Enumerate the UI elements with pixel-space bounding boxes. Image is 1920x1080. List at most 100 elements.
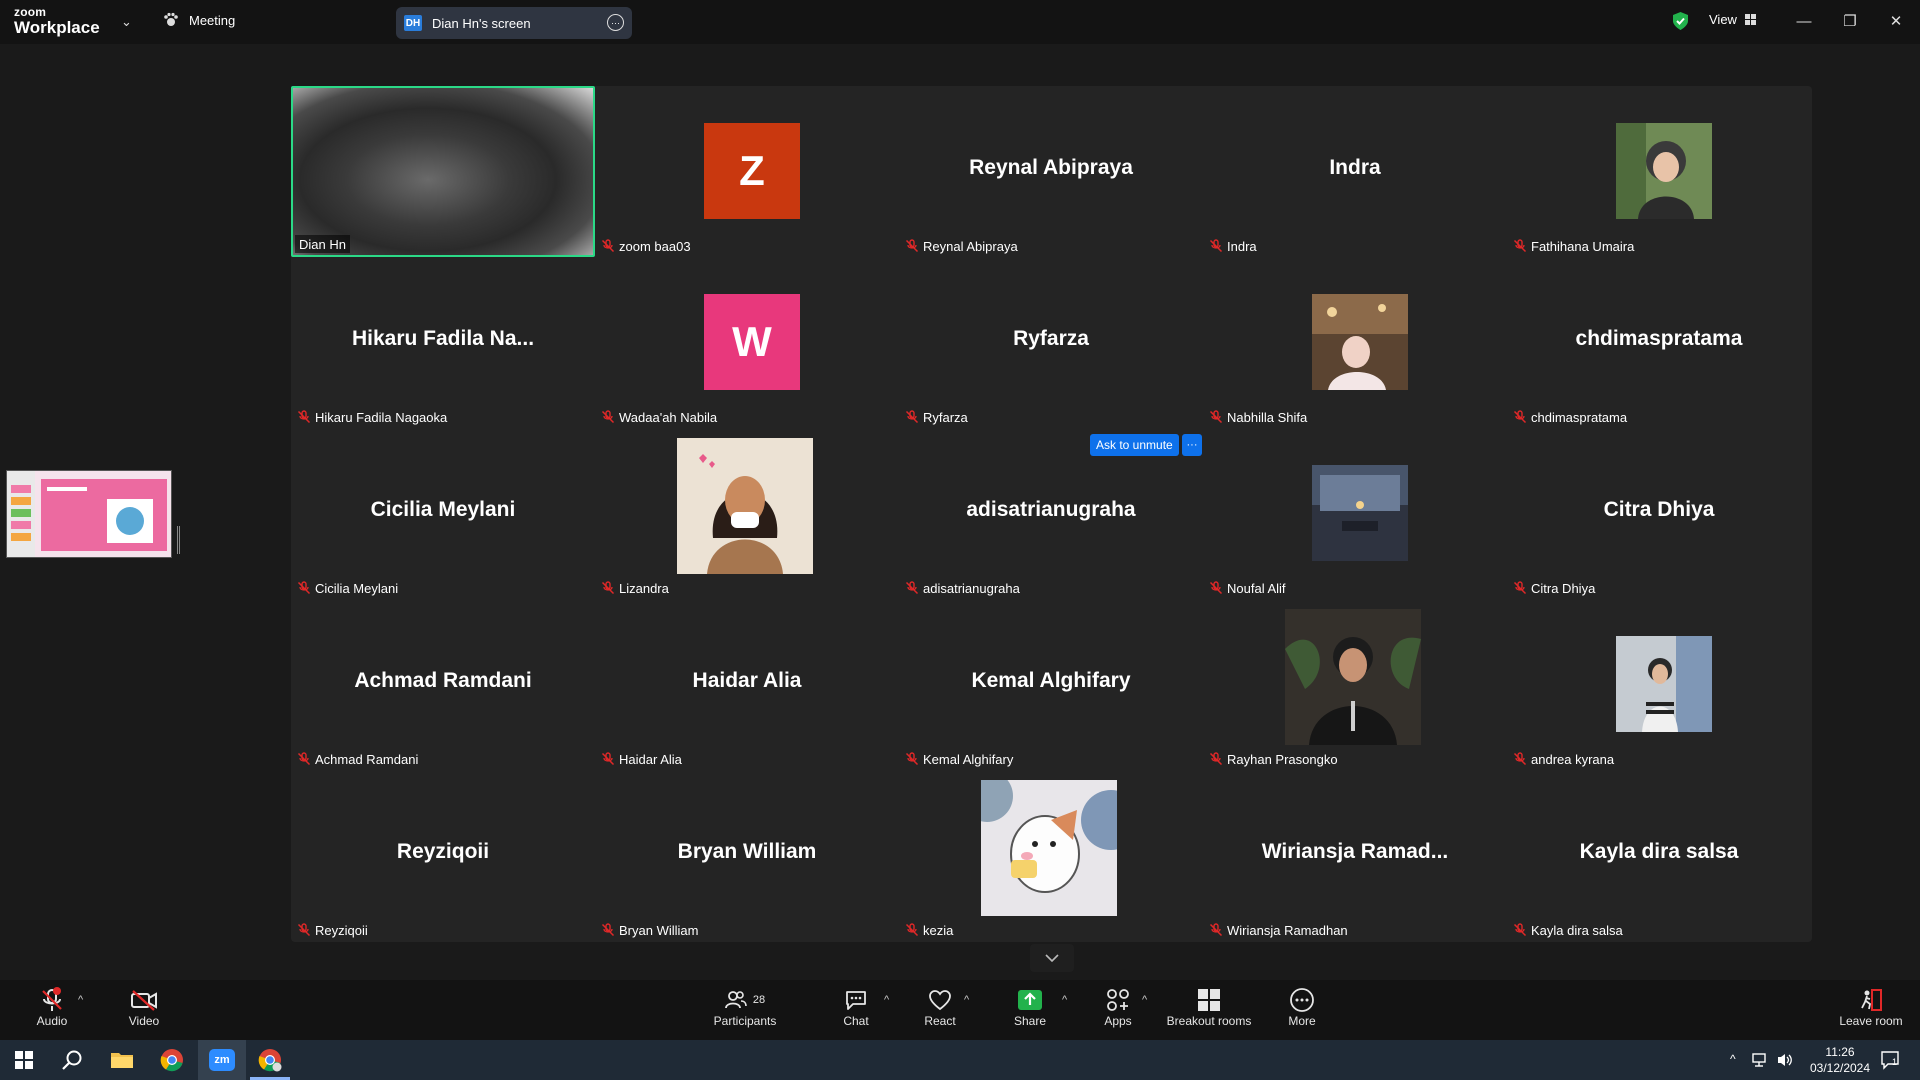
participant-tile[interactable]: Ryfarza Ryfarza xyxy=(899,257,1203,428)
participant-tile[interactable]: Hikaru Fadila Na... Hikaru Fadila Nagaoka xyxy=(291,257,595,428)
chrome-profile-icon[interactable] xyxy=(246,1040,294,1080)
react-button[interactable]: React xyxy=(920,986,960,1036)
muted-mic-icon xyxy=(297,410,315,424)
chat-button[interactable]: Chat xyxy=(836,986,876,1036)
participant-tile[interactable]: Nabhilla Shifa xyxy=(1203,257,1507,428)
participant-display-name: Citra Dhiya xyxy=(1603,498,1715,521)
participant-tile[interactable]: Citra Dhiya Citra Dhiya xyxy=(1507,428,1811,599)
restore-icon[interactable]: ❐ xyxy=(1838,9,1862,33)
participant-display-name: Kemal Alghifary xyxy=(971,669,1131,692)
more-button[interactable]: More xyxy=(1284,986,1320,1036)
participant-tile[interactable]: Lizandra xyxy=(595,428,899,599)
chrome-icon[interactable] xyxy=(148,1040,196,1080)
meeting-menu[interactable]: Meeting xyxy=(163,12,235,28)
video-button[interactable]: Video xyxy=(122,986,166,1036)
participant-name-label: andrea kyrana xyxy=(1513,750,1614,768)
participant-name: Indra xyxy=(1227,238,1257,254)
minimize-icon[interactable]: — xyxy=(1792,9,1816,33)
apps-options-caret-icon[interactable]: ^ xyxy=(1142,994,1147,1006)
chevron-down-icon[interactable]: ⌄ xyxy=(121,14,132,30)
participant-name: Wadaa'ah Nabila xyxy=(619,409,718,425)
muted-mic-icon xyxy=(1513,410,1531,424)
muted-mic-icon xyxy=(905,581,923,595)
audio-button[interactable]: Audio xyxy=(30,986,74,1036)
volume-icon[interactable] xyxy=(1776,1052,1794,1068)
ask-to-unmute-more-button[interactable]: ··· xyxy=(1182,434,1202,456)
screen-share-tab[interactable]: DH Dian Hn's screen ··· xyxy=(396,7,632,39)
participant-tile[interactable]: andrea kyrana xyxy=(1507,599,1811,770)
participant-tile[interactable]: kezia xyxy=(899,770,1203,941)
audio-options-caret-icon[interactable]: ^ xyxy=(78,994,83,1006)
participants-icon xyxy=(724,991,747,1009)
muted-mic-icon xyxy=(601,410,619,424)
muted-mic-icon xyxy=(601,752,619,766)
participant-name-label: Haidar Alia xyxy=(601,750,682,768)
apps-label: Apps xyxy=(1104,1014,1132,1028)
network-icon[interactable] xyxy=(1752,1053,1770,1067)
react-options-caret-icon[interactable]: ^ xyxy=(964,994,969,1006)
more-options-icon[interactable]: ··· xyxy=(607,14,624,31)
participant-tile[interactable]: Reynal Abipraya Reynal Abipraya xyxy=(899,86,1203,257)
search-icon[interactable] xyxy=(48,1040,96,1080)
participant-profile-photo xyxy=(981,780,1117,916)
participant-tile[interactable]: Rayhan Prasongko xyxy=(1203,599,1507,770)
participant-tile[interactable]: W Wadaa'ah Nabila xyxy=(595,257,899,428)
participant-tile[interactable]: Wiriansja Ramad... Wiriansja Ramadhan xyxy=(1203,770,1507,941)
participant-name-label: Achmad Ramdani xyxy=(297,750,418,768)
participant-tile[interactable]: Bryan William Bryan William xyxy=(595,770,899,941)
ask-to-unmute-button[interactable]: Ask to unmute xyxy=(1090,434,1179,456)
participant-tile[interactable]: Kayla dira salsa Kayla dira salsa xyxy=(1507,770,1811,941)
chrome-profile-glyph xyxy=(258,1049,282,1072)
participant-tile[interactable]: chdimaspratama chdimaspratama xyxy=(1507,257,1811,428)
view-button[interactable]: View xyxy=(1709,12,1756,27)
participant-gallery: Dian Hn Zzoom baa03 Reynal Abipraya Reynal … xyxy=(291,86,1812,942)
view-label: View xyxy=(1709,12,1737,27)
muted-mic-icon xyxy=(1513,752,1531,766)
participant-tile[interactable]: Indra Indra xyxy=(1203,86,1507,257)
shared-screen-thumbnail[interactable] xyxy=(6,470,172,558)
thumbnail-resize-handle[interactable] xyxy=(177,526,180,554)
participant-tile[interactable]: Zzoom baa03 xyxy=(595,86,899,257)
leave-room-button[interactable]: Leave room xyxy=(1838,986,1904,1036)
grid-view-icon xyxy=(1744,14,1756,25)
show-hidden-icons-icon[interactable]: ^ xyxy=(1730,1052,1736,1066)
clock[interactable]: 11:26 03/12/2024 xyxy=(1808,1044,1872,1076)
windows-start-icon[interactable] xyxy=(0,1040,48,1080)
participant-tile[interactable]: Fathihana Umaira xyxy=(1507,86,1811,257)
chevron-down-icon xyxy=(1045,954,1059,962)
participant-display-name: Reyziqoii xyxy=(396,840,490,863)
participant-tile[interactable]: Achmad Ramdani Achmad Ramdani xyxy=(291,599,595,770)
participant-name-label: Ryfarza xyxy=(905,408,968,426)
participant-name-label: Nabhilla Shifa xyxy=(1209,408,1307,426)
notifications-icon[interactable]: 1 xyxy=(1880,1050,1900,1070)
participant-name: andrea kyrana xyxy=(1531,751,1615,767)
brand-top: zoom xyxy=(14,5,47,19)
share-button[interactable]: Share xyxy=(1011,986,1049,1036)
participant-name-label: Wadaa'ah Nabila xyxy=(601,408,717,426)
participant-display-name: Hikaru Fadila Na... xyxy=(351,327,535,350)
participant-name: kezia xyxy=(923,922,954,938)
file-explorer-icon[interactable] xyxy=(98,1040,146,1080)
encryption-shield-icon[interactable] xyxy=(1672,11,1689,31)
participants-button[interactable]: 28 Participants xyxy=(710,986,780,1036)
muted-mic-icon xyxy=(905,239,923,253)
share-options-caret-icon[interactable]: ^ xyxy=(1062,994,1067,1006)
gallery-scroll-down-button[interactable] xyxy=(1030,944,1074,972)
notifications-count: 1 xyxy=(1892,1057,1898,1067)
screen-tab-label: Dian Hn's screen xyxy=(432,15,531,31)
chat-options-caret-icon[interactable]: ^ xyxy=(884,994,889,1006)
participant-name-label: Cicilia Meylani xyxy=(297,579,398,597)
participant-tile[interactable]: Noufal Alif xyxy=(1203,428,1507,599)
participant-tile[interactable]: Haidar Alia Haidar Alia xyxy=(595,599,899,770)
participant-tile[interactable]: Cicilia Meylani Cicilia Meylani xyxy=(291,428,595,599)
participant-tile[interactable]: Reyziqoii Reyziqoii xyxy=(291,770,595,941)
apps-button[interactable]: Apps xyxy=(1100,986,1136,1036)
participant-tile[interactable]: Kemal Alghifary Kemal Alghifary xyxy=(899,599,1203,770)
participant-display-name: Reynal Abipraya xyxy=(969,156,1133,179)
zoom-taskbar-icon[interactable]: zm xyxy=(198,1040,246,1080)
participant-profile-photo xyxy=(1616,123,1712,219)
participant-tile[interactable]: Dian Hn xyxy=(291,86,595,257)
breakout-rooms-button[interactable]: Breakout rooms xyxy=(1166,986,1252,1036)
close-icon[interactable]: ✕ xyxy=(1884,9,1908,33)
zoom-workplace-logo[interactable]: zoom Workplace xyxy=(14,6,100,36)
